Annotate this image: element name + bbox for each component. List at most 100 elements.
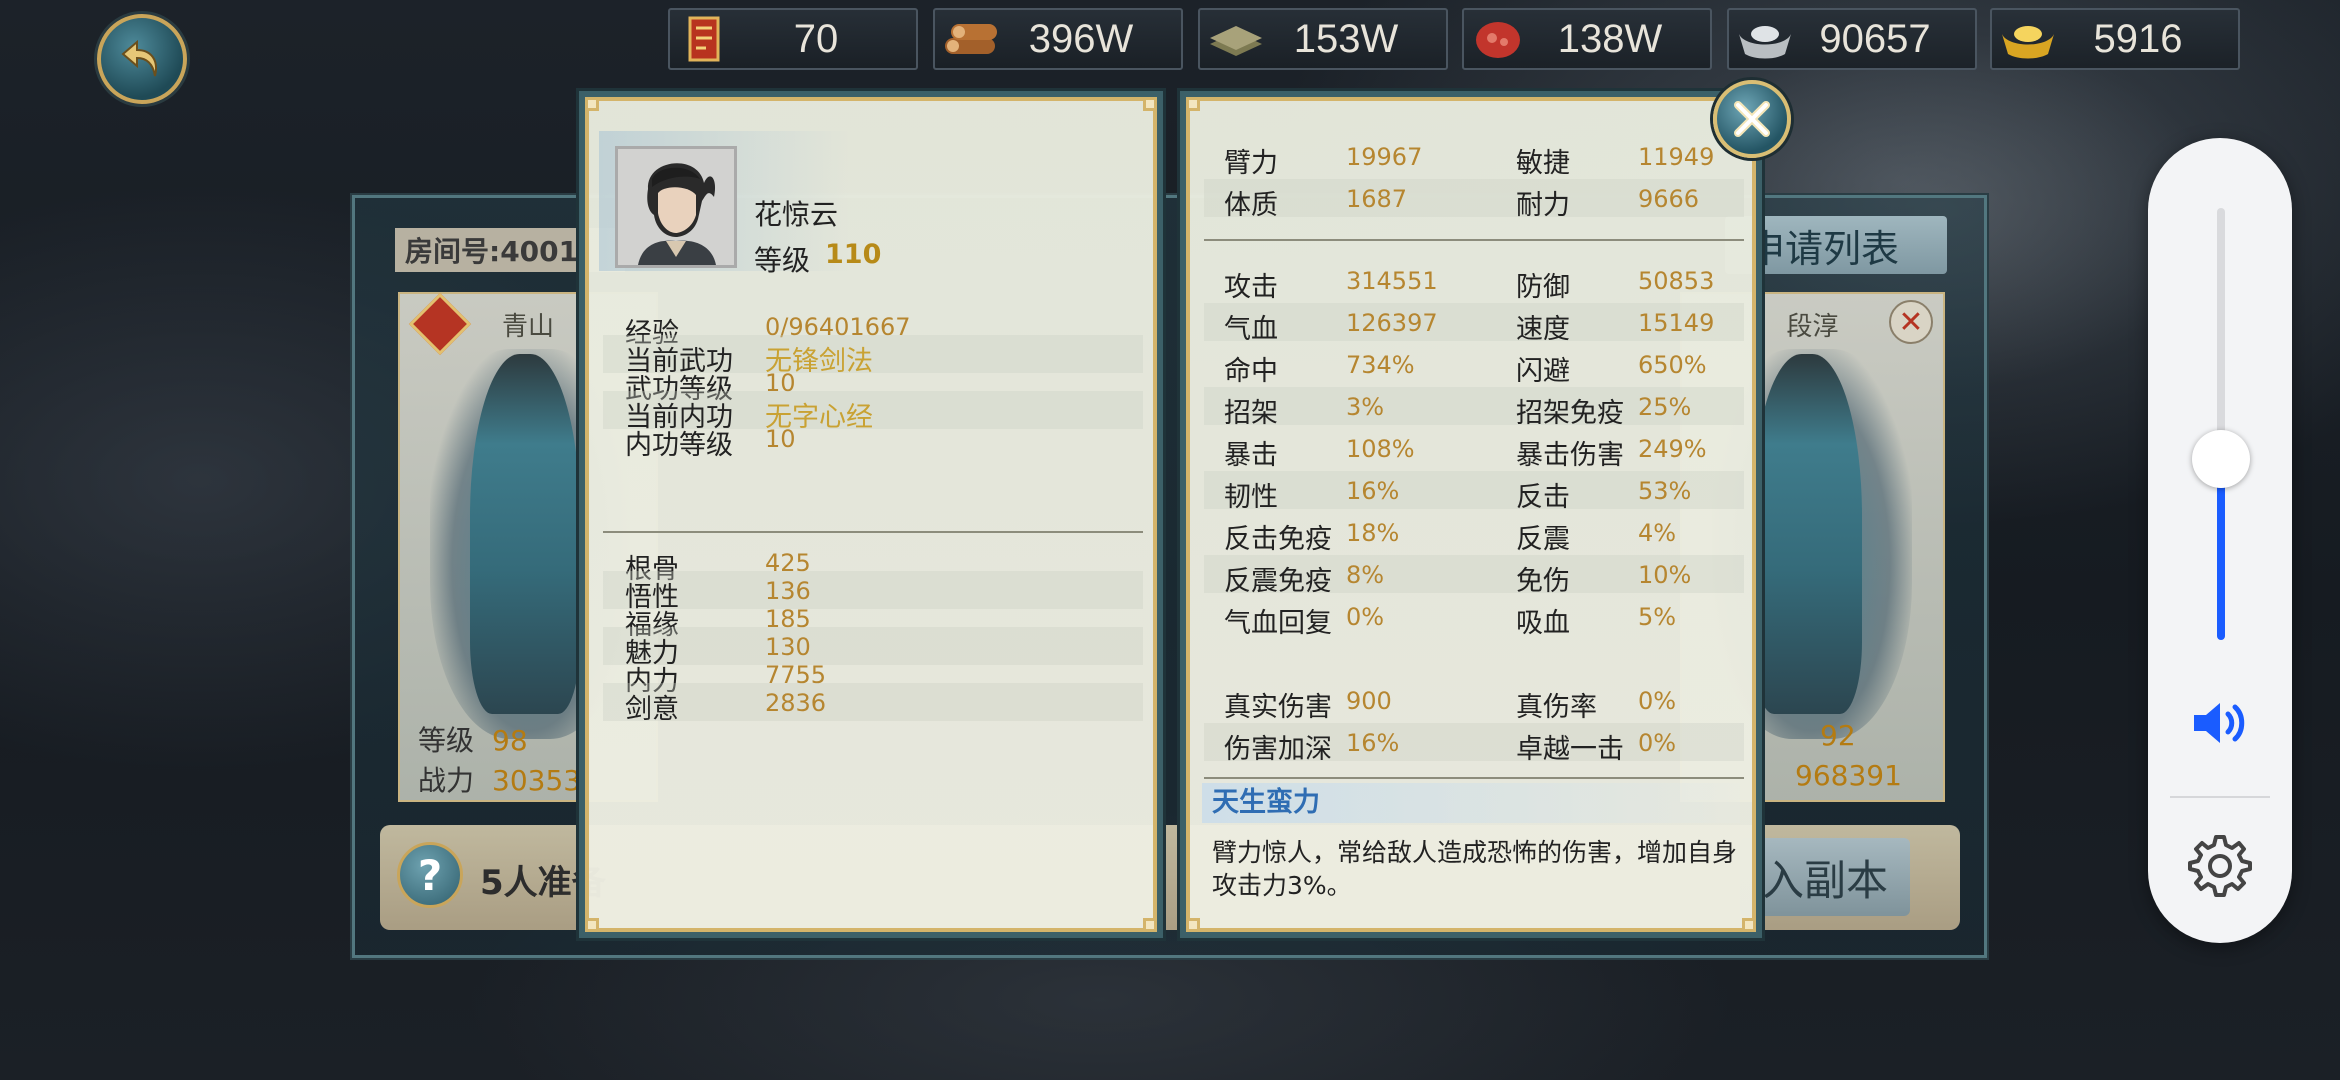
stat-row: 真伤率 0% bbox=[1516, 685, 1676, 724]
silver-ingot-icon bbox=[1735, 14, 1795, 64]
member-figure bbox=[1752, 354, 1862, 714]
game-screen: 70 396W 153W 138W 90657 5916 房间号:4001 申请列表 青山… bbox=[0, 0, 2340, 1080]
stat-value: 314551 bbox=[1346, 267, 1438, 295]
stat-value: 1687 bbox=[1346, 185, 1408, 213]
power-label: 战力 bbox=[418, 764, 475, 797]
stat-value: 108% bbox=[1346, 435, 1415, 463]
close-button[interactable] bbox=[1713, 80, 1791, 158]
stat-value: 4% bbox=[1638, 519, 1677, 547]
member-level: 98 bbox=[492, 724, 528, 757]
kick-icon[interactable]: ✕ bbox=[1889, 300, 1933, 344]
stat-row: 体质 1687 bbox=[1224, 183, 1407, 222]
settings-gear-icon[interactable] bbox=[2188, 833, 2252, 897]
divider bbox=[603, 531, 1143, 533]
hero-level-label: 等级 bbox=[754, 244, 811, 277]
stat-label: 真伤率 bbox=[1516, 692, 1597, 723]
stat-value: 0% bbox=[1638, 729, 1677, 757]
stat-value: 900 bbox=[1346, 687, 1392, 715]
stat-value: 53% bbox=[1638, 477, 1692, 505]
stat-row: 臂力 19967 bbox=[1224, 141, 1422, 180]
stat-value: 734% bbox=[1346, 351, 1415, 379]
stat-label: 卓越一击 bbox=[1516, 734, 1624, 765]
stat-row: 吸血 5% bbox=[1516, 601, 1676, 640]
stat-value: 16% bbox=[1346, 477, 1400, 505]
back-button[interactable] bbox=[97, 14, 187, 104]
stat-value: 0% bbox=[1346, 603, 1385, 631]
stat-row: 伤害加深 16% bbox=[1224, 727, 1399, 766]
resource-value: 153W bbox=[1293, 16, 1399, 61]
resource-counter: 90657 bbox=[1727, 8, 1977, 70]
attribute-label: 剑意 bbox=[625, 694, 679, 725]
stat-value: 19967 bbox=[1346, 143, 1423, 171]
stat-label: 免伤 bbox=[1516, 566, 1570, 597]
talent-description: 臂力惊人，常给敌人造成恐怖的伤害，增加自身攻击力3%。 bbox=[1212, 838, 1738, 900]
volume-slider[interactable] bbox=[2217, 208, 2225, 640]
stat-label: 速度 bbox=[1516, 314, 1570, 345]
meat-icon bbox=[1470, 14, 1530, 64]
stat-value: 9666 bbox=[1638, 185, 1700, 213]
resource-value: 70 bbox=[793, 16, 839, 61]
stat-row: 反震免疫 8% bbox=[1224, 559, 1384, 598]
stat-row: 反击免疫 18% bbox=[1224, 517, 1399, 556]
info-value: 10 bbox=[765, 425, 796, 453]
help-icon[interactable]: ? bbox=[397, 842, 463, 908]
token-icon bbox=[676, 14, 736, 64]
stat-label: 闪避 bbox=[1516, 356, 1570, 387]
stat-row: 气血回复 0% bbox=[1224, 601, 1384, 640]
stat-row: 暴击 108% bbox=[1224, 433, 1415, 472]
stat-row: 暴击伤害 249% bbox=[1516, 433, 1707, 472]
stat-label: 招架 bbox=[1224, 398, 1278, 429]
stat-value: 126397 bbox=[1346, 309, 1438, 337]
member-level: 92 bbox=[1820, 719, 1856, 752]
stat-label: 招架免疫 bbox=[1516, 398, 1624, 429]
stat-label: 暴击 bbox=[1224, 440, 1278, 471]
stat-row: 速度 15149 bbox=[1516, 307, 1714, 346]
divider bbox=[1204, 239, 1744, 241]
row-stripe bbox=[603, 571, 1143, 609]
hero-stats-panel: 臂力 19967 敏捷 11949 体质 1687 耐力 9666 攻击 314551 防御 5085… bbox=[1180, 91, 1762, 938]
volume-separator bbox=[2170, 796, 2270, 798]
stat-row: 免伤 10% bbox=[1516, 559, 1691, 598]
stat-row: 闪避 650% bbox=[1516, 349, 1707, 388]
attribute-row: 剑意 2836 bbox=[625, 687, 826, 726]
book-icon bbox=[1206, 14, 1266, 64]
resource-value: 138W bbox=[1557, 16, 1663, 61]
back-arrow-icon bbox=[121, 39, 157, 77]
stat-row: 卓越一击 0% bbox=[1516, 727, 1676, 766]
stat-row: 命中 734% bbox=[1224, 349, 1415, 388]
stat-value: 10% bbox=[1638, 561, 1692, 589]
resource-counter: 153W bbox=[1198, 8, 1448, 70]
stat-row: 真实伤害 900 bbox=[1224, 685, 1392, 724]
stat-value: 16% bbox=[1346, 729, 1400, 757]
talent-title: 天生蛮力 bbox=[1202, 783, 1740, 823]
stat-value: 249% bbox=[1638, 435, 1707, 463]
volume-knob[interactable] bbox=[2192, 430, 2250, 488]
apply-list-button[interactable]: 申请列表 bbox=[1725, 216, 1947, 274]
member-power: 30353 bbox=[492, 764, 582, 797]
stat-row: 反震 4% bbox=[1516, 517, 1676, 556]
row-stripe bbox=[603, 627, 1143, 665]
wood-icon bbox=[941, 14, 1001, 64]
stat-label: 反震 bbox=[1516, 524, 1570, 555]
stat-label: 防御 bbox=[1516, 272, 1570, 303]
stat-value: 15149 bbox=[1638, 309, 1715, 337]
member-power: 968391 bbox=[1795, 759, 1902, 792]
stat-row: 招架免疫 25% bbox=[1516, 391, 1691, 430]
speaker-icon[interactable] bbox=[2188, 698, 2252, 748]
hero-portrait-icon bbox=[618, 149, 734, 265]
stat-label: 真实伤害 bbox=[1224, 692, 1332, 723]
stat-value: 5% bbox=[1638, 603, 1677, 631]
stat-row: 反击 53% bbox=[1516, 475, 1691, 514]
stat-value: 50853 bbox=[1638, 267, 1715, 295]
stat-label: 命中 bbox=[1224, 356, 1278, 387]
member-figure bbox=[470, 354, 580, 714]
gold-ingot-icon bbox=[1998, 14, 2058, 64]
stat-label: 臂力 bbox=[1224, 148, 1278, 179]
volume-panel bbox=[2148, 138, 2292, 943]
enter-dungeon-button[interactable]: 入副本 bbox=[1740, 838, 1910, 916]
resource-value: 396W bbox=[1028, 16, 1134, 61]
hero-info-panel: 花惊云 等级 110 经验 0/96401667 当前武功 无锋剑法 武功等级 10 当前内… bbox=[579, 91, 1163, 938]
stat-row: 韧性 16% bbox=[1224, 475, 1399, 514]
stat-value: 11949 bbox=[1638, 143, 1715, 171]
stat-label: 伤害加深 bbox=[1224, 734, 1332, 765]
